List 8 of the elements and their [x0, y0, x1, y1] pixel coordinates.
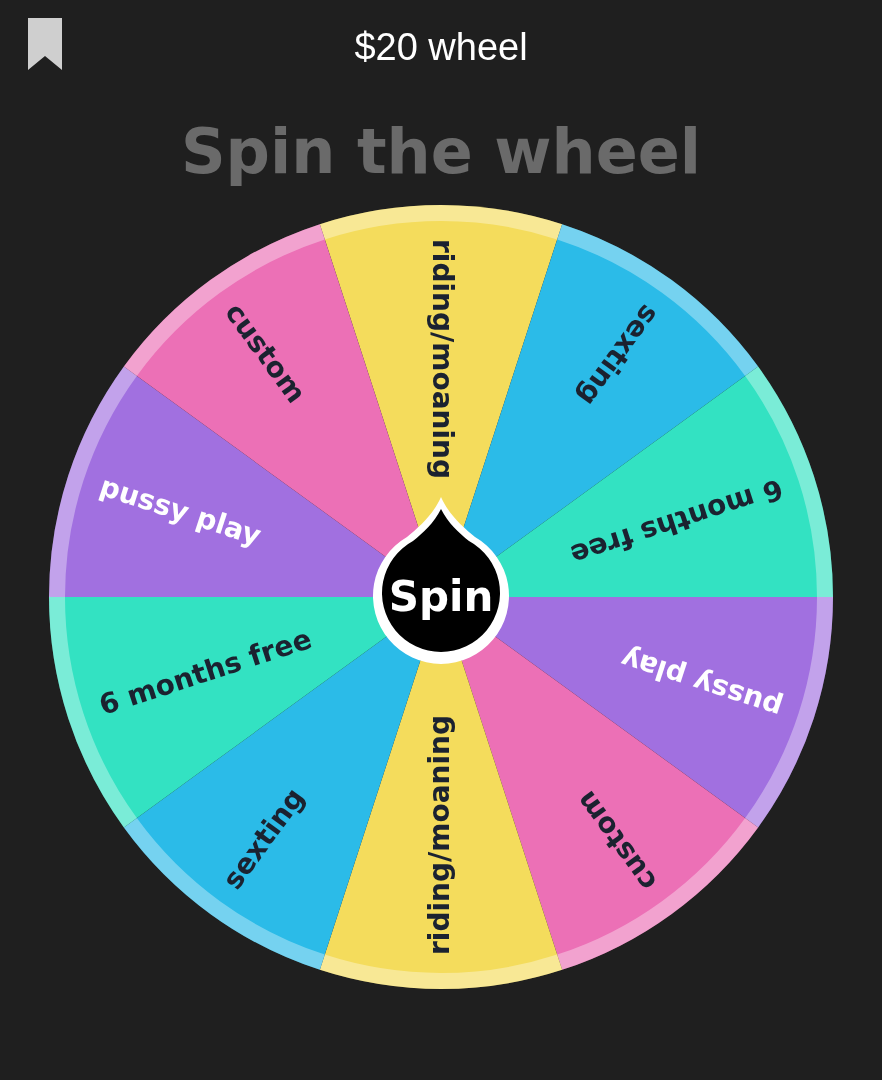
- segment-label: riding/moaning: [426, 239, 459, 480]
- segment-label: pussy play: [95, 469, 266, 553]
- bookmark-icon[interactable]: [28, 18, 62, 70]
- wheel-heading: Spin the wheel: [180, 114, 702, 190]
- segment-label: pussy play: [616, 641, 787, 725]
- segment-label: riding/moaning: [423, 714, 456, 955]
- page-title: $20 wheel: [354, 25, 528, 70]
- spin-button[interactable]: Spin: [373, 497, 509, 664]
